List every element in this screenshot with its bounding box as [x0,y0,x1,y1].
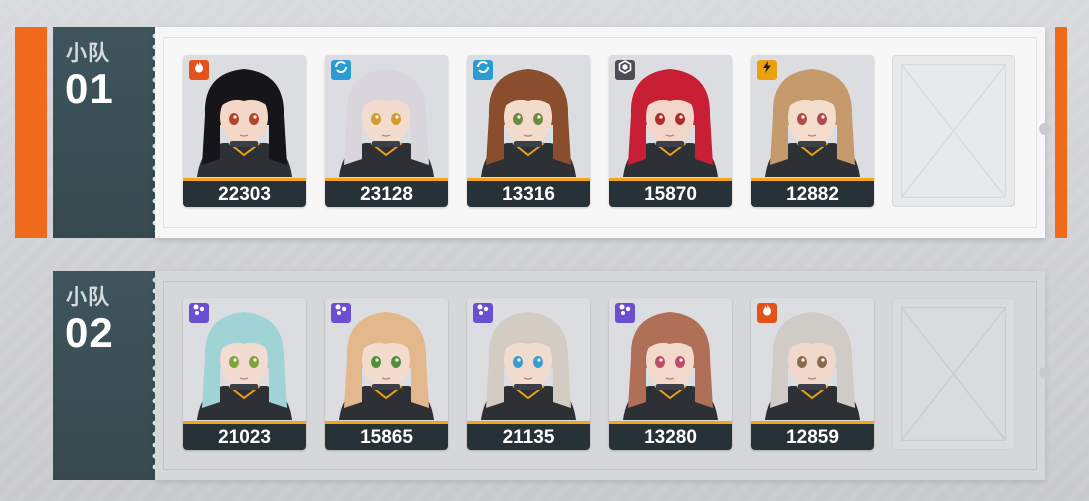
squad-label-block: 小队 01 [53,27,158,238]
empty-slot[interactable] [892,298,1015,450]
squad-member-panel: 21023 15865 21135 13280 12859 [155,271,1051,480]
character-card[interactable]: 22303 [183,55,306,207]
empty-slot-cross-icon [901,307,1006,441]
squad-02[interactable]: 小队 02 21023 15865 21135 13280 12859 [53,271,1051,480]
empty-slot[interactable] [892,55,1015,207]
combat-power-value: 23128 [360,184,413,205]
squad-member-panel: 22303 23128 13316 15870 12882 [155,27,1051,238]
squad-label-block: 小队 02 [53,271,158,480]
power-footer: 15865 [325,421,448,450]
dots-cluster-icon [189,303,209,323]
squad-number: 02 [65,309,114,356]
character-card[interactable]: 21135 [467,298,590,450]
panel-notch [1039,367,1051,379]
power-footer: 21135 [467,421,590,450]
character-card[interactable]: 23128 [325,55,448,207]
character-card[interactable]: 13316 [467,55,590,207]
squad-number: 01 [65,65,114,112]
combat-power-value: 22303 [218,184,271,205]
empty-slot-cross-icon [901,64,1006,198]
squad-label-small: 小队 [66,42,110,65]
power-footer: 12859 [751,421,874,450]
character-card[interactable]: 15870 [609,55,732,207]
combat-power-value: 12882 [786,184,839,205]
power-footer: 21023 [183,421,306,450]
selected-squad-indicator-right [1055,27,1067,238]
character-card[interactable]: 13280 [609,298,732,450]
dots-cluster-icon [615,303,635,323]
power-footer: 23128 [325,178,448,207]
power-footer: 22303 [183,178,306,207]
power-footer: 13316 [467,178,590,207]
panel-notch [1039,123,1051,135]
selected-squad-indicator-left [15,27,47,238]
dots-cluster-icon [331,303,351,323]
combat-power-value: 13280 [644,427,697,448]
character-card[interactable]: 15865 [325,298,448,450]
combat-power-value: 21023 [218,427,271,448]
combat-power-value: 15865 [360,427,413,448]
hex-crystal-icon [615,60,635,80]
water-swirl-icon [473,60,493,80]
combat-power-value: 21135 [502,427,555,448]
character-card[interactable]: 12882 [751,55,874,207]
squad-label-small: 小队 [66,286,110,309]
power-footer: 15870 [609,178,732,207]
fire-icon [757,303,777,323]
power-footer: 12882 [751,178,874,207]
lightning-icon [757,60,777,80]
combat-power-value: 15870 [644,184,697,205]
character-card[interactable]: 21023 [183,298,306,450]
water-swirl-icon [331,60,351,80]
squad-01[interactable]: 小队 01 22303 23128 13316 15870 12882 [53,27,1051,238]
combat-power-value: 13316 [502,184,555,205]
fire-icon [189,60,209,80]
character-card[interactable]: 12859 [751,298,874,450]
power-footer: 13280 [609,421,732,450]
dots-cluster-icon [473,303,493,323]
combat-power-value: 12859 [786,427,839,448]
